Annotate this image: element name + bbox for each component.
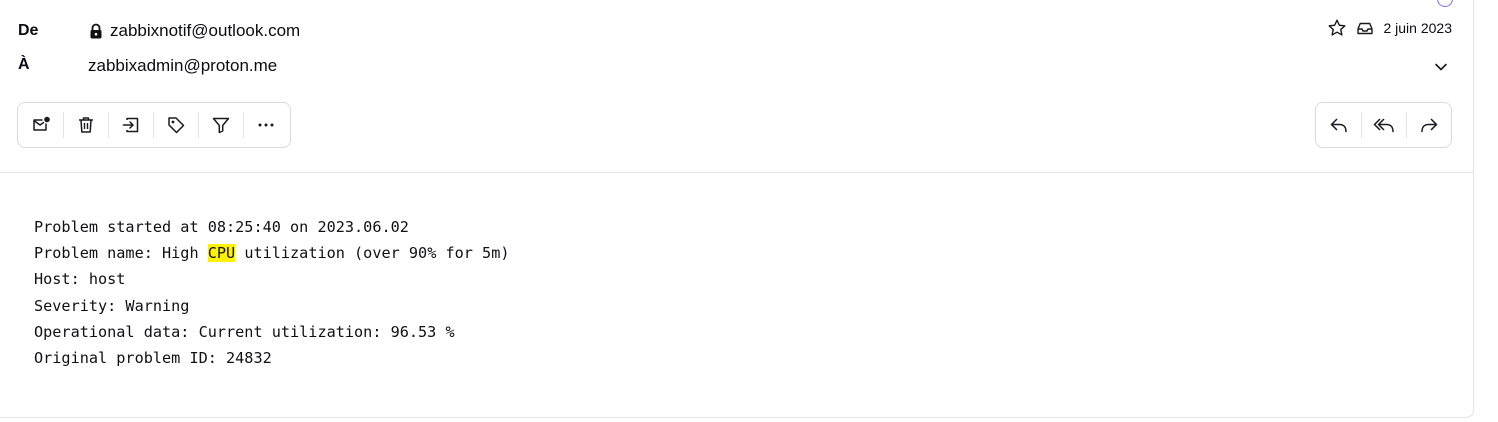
forward-button[interactable] [1406,103,1451,147]
body-line-operational-data: Operational data: Current utilization: 9… [34,322,455,341]
filter-button[interactable] [198,103,243,147]
trash-icon [78,117,93,133]
label-button[interactable] [153,103,198,147]
filter-icon [212,117,229,134]
body-line-problem-name: Problem name: High CPU utilization (over… [34,240,509,266]
more-dots-icon [258,123,273,127]
lock-icon [90,23,102,39]
mark-unread-button[interactable] [18,103,63,147]
to-label: À [18,56,30,73]
reply-toolbar [1315,102,1452,148]
tag-icon [167,117,184,134]
body-line-host: Host: host [34,270,126,289]
envelope-dot-icon [32,116,50,131]
message-meta: 2 juin 2023 [1327,18,1452,38]
body-line-severity: Severity: Warning [34,296,190,315]
reply-all-button[interactable] [1361,103,1406,147]
move-to-folder-icon [122,117,138,133]
problem-name-suffix: utilization (over 90% for 5m) [235,244,510,263]
from-email[interactable]: zabbixnotif@outlook.com [110,21,300,41]
to-email[interactable]: zabbixadmin@proton.me [88,56,277,76]
inbox-icon [1357,22,1374,35]
forward-icon [1420,118,1437,133]
to-address[interactable]: zabbixadmin@proton.me [88,56,277,76]
body-line-problem-id: Original problem ID: 24832 [34,349,272,368]
trash-button[interactable] [63,103,108,147]
message-body: Problem started at 08:25:40 on 2023.06.0… [34,214,509,371]
header-divider [0,172,1474,173]
message-date: 2 juin 2023 [1383,20,1452,36]
reply-all-icon [1373,118,1394,133]
more-options-button[interactable] [243,103,288,147]
reply-button[interactable] [1316,103,1361,147]
reply-icon [1330,118,1347,133]
problem-name-prefix: Problem name: High [34,244,208,263]
search-highlight: CPU [207,244,236,263]
star-icon[interactable] [1327,18,1347,38]
message-actions-toolbar [17,102,291,148]
from-address[interactable]: zabbixnotif@outlook.com [88,21,300,41]
move-to-button[interactable] [108,103,153,147]
body-line-started: Problem started at 08:25:40 on 2023.06.0… [34,218,409,236]
from-label: De [18,22,39,39]
chevron-down-icon[interactable] [1432,58,1450,76]
